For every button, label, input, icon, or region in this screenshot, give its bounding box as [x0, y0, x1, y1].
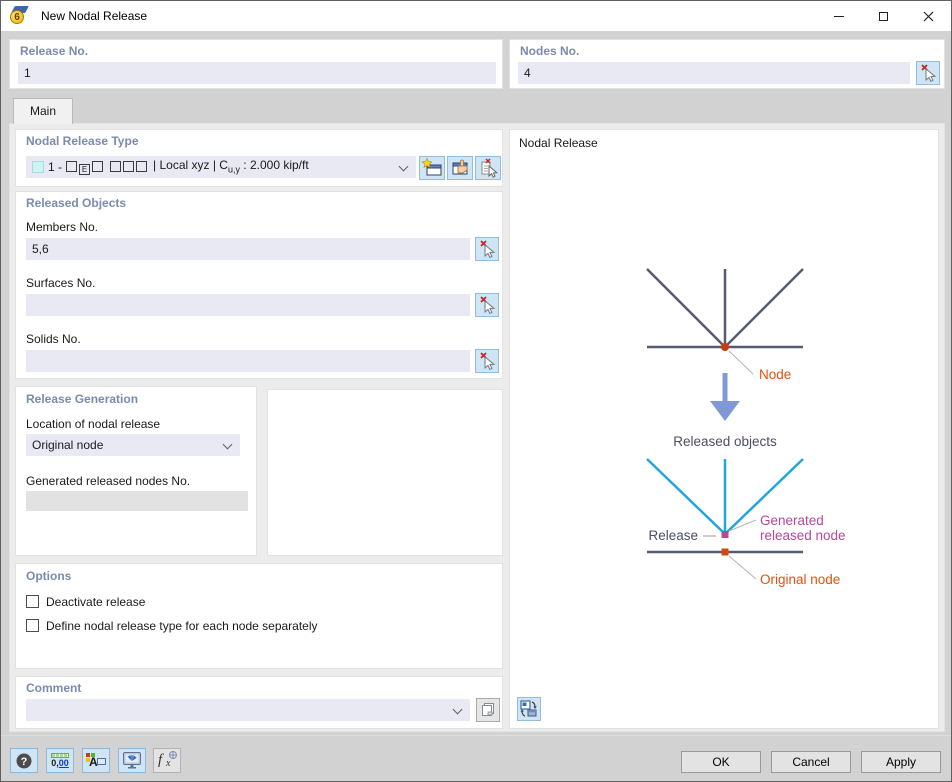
title-bar: 6 New Nodal Release: [1, 1, 951, 31]
nodes-no-input[interactable]: 4: [518, 62, 910, 84]
generated-released-node-dot: [722, 531, 729, 538]
select-members-button[interactable]: [475, 237, 499, 261]
original-node-label: Original node: [760, 572, 840, 587]
display-settings-icon: A: [86, 753, 106, 769]
transform-arrow-head: [710, 401, 740, 421]
type-release-boxes: E: [66, 156, 149, 178]
node-label: Node: [759, 367, 791, 382]
solids-no-label: Solids No.: [26, 332, 81, 346]
solids-no-input[interactable]: [26, 350, 470, 372]
members-no-label: Members No.: [26, 220, 98, 234]
release-label: Release: [648, 528, 698, 543]
location-dropdown[interactable]: Original node: [26, 434, 240, 456]
pick-cursor-icon: [477, 295, 497, 315]
window-title: New Nodal Release: [41, 9, 147, 23]
display-settings-button[interactable]: A: [82, 748, 110, 773]
released-objects-panel: Released Objects Members No. 5,6 Surface…: [15, 191, 503, 379]
nodal-release-type-panel: Nodal Release Type 1 - E | Local xyz | C…: [15, 129, 503, 187]
nodal-release-type-dropdown[interactable]: 1 - E | Local xyz | Cu,y : 2.000 kip/ft: [26, 156, 416, 178]
pick-cursor-icon: [477, 351, 497, 371]
node-dot: [721, 343, 729, 351]
new-type-button[interactable]: [419, 156, 445, 180]
apply-button[interactable]: Apply: [861, 751, 941, 773]
toggle-graphic-button[interactable]: [517, 697, 541, 721]
tab-main[interactable]: Main: [13, 98, 73, 124]
nodes-no-panel: Nodes No. 4: [509, 39, 945, 89]
copy-icon: [480, 702, 496, 718]
monitor-icon: [122, 751, 142, 770]
close-icon: [923, 11, 934, 22]
comment-panel: Comment: [15, 676, 503, 729]
pick-cursor-icon: [918, 63, 938, 83]
transform-arrow-shaft: [723, 373, 728, 402]
deactivate-release-label: Deactivate release: [46, 595, 145, 609]
release-no-input[interactable]: 1: [18, 62, 496, 84]
select-solids-button[interactable]: [475, 349, 499, 373]
select-nodes-button[interactable]: [916, 61, 940, 85]
released-objects-header: Released Objects: [26, 196, 126, 210]
type-index: 1 -: [48, 156, 62, 178]
comment-dropdown[interactable]: [26, 699, 470, 721]
units-settings-button[interactable]: 0,00: [46, 748, 74, 773]
generation-preview-panel: [267, 389, 503, 556]
location-of-nodal-release-label: Location of nodal release: [26, 417, 160, 431]
type-description: | Local xyz | Cu,y : 2.000 kip/ft: [153, 154, 309, 180]
help-button[interactable]: ?: [10, 748, 38, 773]
minimize-button[interactable]: [816, 1, 861, 31]
define-type-per-node-label: Define nodal release type for each node …: [46, 619, 318, 633]
new-window-icon: [421, 158, 443, 178]
deactivate-release-checkbox[interactable]: [26, 595, 39, 608]
pick-type-icon: [477, 158, 499, 178]
release-no-panel: Release No. 1: [9, 39, 503, 89]
generated-released-node-label-1: Generated: [760, 513, 824, 528]
toggle-graphic-icon: [520, 700, 538, 718]
nodal-release-type-header: Nodal Release Type: [26, 134, 139, 148]
edit-type-button[interactable]: [447, 156, 473, 180]
units-icon: 0,00: [51, 753, 69, 768]
nodal-release-preview-panel: Nodal Release Node Released objects Rele…: [509, 129, 939, 729]
release-no-label: Release No.: [20, 44, 88, 58]
maximize-icon: [879, 12, 888, 21]
maximize-button[interactable]: [861, 1, 906, 31]
released-objects-label: Released objects: [673, 434, 777, 449]
chevron-down-icon: [453, 705, 463, 715]
comment-header: Comment: [26, 681, 81, 695]
surfaces-no-label: Surfaces No.: [26, 276, 95, 290]
formula-icon: fx: [157, 752, 177, 770]
close-button[interactable]: [906, 1, 951, 31]
pick-cursor-icon: [477, 239, 497, 259]
preview-header: Nodal Release: [519, 136, 598, 150]
generated-released-nodes-input: [26, 491, 248, 511]
ok-button[interactable]: OK: [681, 751, 761, 773]
rfem-app-icon: 6: [10, 6, 30, 26]
options-header: Options: [26, 569, 71, 583]
chevron-down-icon: [223, 440, 233, 450]
dialog-new-nodal-release: 6 New Nodal Release Release No. 1 Nodes …: [0, 0, 952, 782]
tab-main-label: Main: [30, 104, 56, 118]
footer-divider: [1, 735, 951, 736]
minimize-icon: [834, 16, 844, 17]
release-generation-header: Release Generation: [26, 392, 138, 406]
pick-type-button[interactable]: [475, 156, 501, 180]
generated-released-node-label-2: released node: [760, 528, 846, 543]
formula-button[interactable]: fx: [153, 748, 181, 773]
location-dropdown-value: Original node: [32, 438, 103, 452]
type-color-swatch: [32, 161, 44, 173]
copy-comment-button[interactable]: [476, 698, 500, 722]
original-node-dot: [722, 549, 729, 556]
help-icon: ?: [15, 752, 33, 770]
cancel-button[interactable]: Cancel: [771, 751, 851, 773]
surfaces-no-input[interactable]: [26, 294, 470, 316]
generated-released-nodes-label: Generated released nodes No.: [26, 474, 190, 488]
members-no-input[interactable]: 5,6: [26, 238, 470, 260]
rendering-settings-button[interactable]: [118, 748, 146, 773]
nodes-no-label: Nodes No.: [520, 44, 579, 58]
release-generation-panel: Release Generation Location of nodal rel…: [15, 386, 257, 556]
select-surfaces-button[interactable]: [475, 293, 499, 317]
nodal-release-diagram: Node Released objects Release Generated …: [510, 130, 940, 730]
define-type-per-node-checkbox[interactable]: [26, 619, 39, 632]
edit-hand-icon: [449, 158, 471, 178]
options-panel: Options Deactivate release Define nodal …: [15, 563, 503, 669]
svg-text:?: ?: [21, 756, 28, 768]
